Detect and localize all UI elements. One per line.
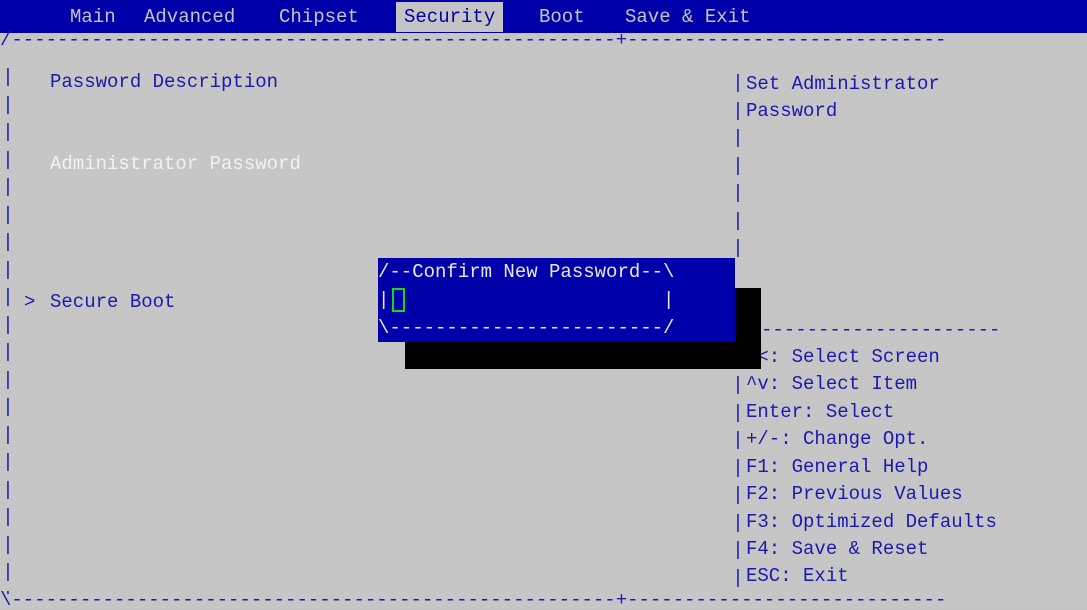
password-description-label: Password Description — [50, 71, 279, 93]
frame-middle-border-upper: | | | | | | | — [732, 72, 744, 259]
dialog-input-row[interactable]: | | — [378, 286, 674, 314]
tab-main[interactable]: Main — [62, 2, 124, 32]
key-hint-previous-values: F2: Previous Values — [746, 483, 963, 505]
dialog-bottom-border: \------------------------/ — [378, 317, 675, 339]
frame-bottom-border: \---------------------------------------… — [0, 590, 947, 610]
secure-boot-item[interactable]: Secure Boot — [50, 288, 175, 316]
frame-middle-border-lower: | | | | | | | | — [732, 374, 744, 589]
tab-advanced[interactable]: Advanced — [136, 2, 243, 32]
administrator-password-item[interactable]: Administrator Password — [50, 150, 301, 178]
key-hint-general-help: F1: General Help — [746, 456, 929, 478]
key-hint-optimized-defaults: F3: Optimized Defaults — [746, 511, 997, 533]
key-hint-enter: Enter: Select — [746, 401, 895, 423]
dialog-title: /--Confirm New Password--\ — [378, 261, 675, 283]
key-hint-change-opt: +/-: Change Opt. — [746, 428, 929, 450]
frame-left-border: | | | | | | | | | | | | | | | | | | | | — [2, 66, 14, 594]
key-hint-select-item: ^v: Select Item — [746, 373, 918, 395]
bios-screen: Main Advanced Chipset Security Boot Save… — [0, 0, 1087, 610]
help-divider: --------------------- — [761, 320, 1001, 340]
tab-chipset[interactable]: Chipset — [271, 2, 367, 32]
tab-boot[interactable]: Boot — [531, 2, 593, 32]
confirm-password-dialog: /--Confirm New Password--\ | | \--------… — [378, 258, 735, 342]
dialog-shadow-right — [735, 288, 761, 342]
help-text-line1: Set Administrator — [746, 73, 940, 95]
key-hint-select-screen: ><: Select Screen — [746, 346, 940, 368]
tab-save-exit[interactable]: Save & Exit — [617, 2, 758, 32]
tab-security[interactable]: Security — [396, 2, 504, 32]
key-hint-exit: ESC: Exit — [746, 565, 849, 587]
password-input-cursor[interactable] — [392, 288, 405, 312]
key-hint-save-reset: F4: Save & Reset — [746, 538, 929, 560]
help-text-line2: Password — [746, 100, 838, 122]
menu-bar: Main Advanced Chipset Security Boot Save… — [0, 0, 1087, 33]
submenu-arrow-icon: > — [24, 291, 36, 313]
frame-top-border: /---------------------------------------… — [0, 30, 947, 50]
